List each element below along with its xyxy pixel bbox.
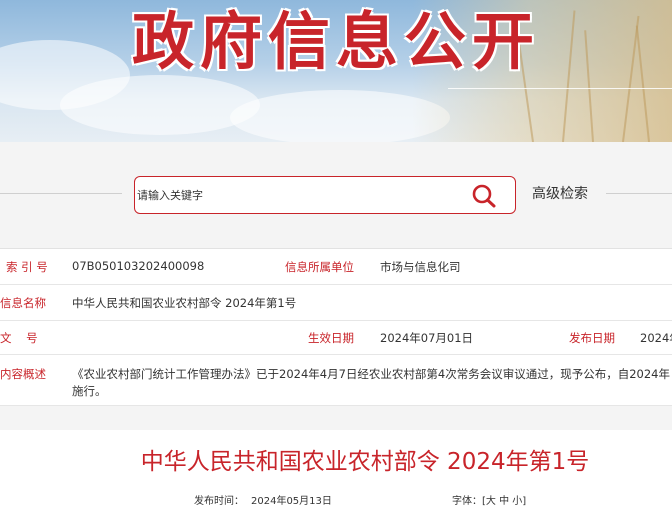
banner-divider bbox=[448, 88, 672, 89]
article-title: 中华人民共和国农业农村部令 2024年第1号 bbox=[140, 449, 590, 475]
search-icon[interactable] bbox=[470, 183, 500, 209]
publisher-value: 市场与信息化司 bbox=[380, 260, 461, 274]
search-section: 高级检索 bbox=[0, 142, 672, 240]
publish-date-value: 2024年 bbox=[640, 331, 672, 345]
font-size-selector[interactable]: [大 中 小] bbox=[482, 492, 526, 507]
summary-text-line1: 《农业农村部门统计工作管理办法》已于2024年4月7日经农业农村部第4次常务会议… bbox=[72, 367, 670, 381]
divider-line bbox=[606, 193, 672, 194]
table-row: 内容概述 《农业农村部门统计工作管理办法》已于2024年4月7日经农业农村部第4… bbox=[0, 355, 672, 406]
doc-no-label: 文 号 bbox=[0, 331, 38, 345]
table-row: 文 号 生效日期 2024年07月01日 发布日期 2024年 bbox=[0, 321, 672, 355]
publish-date-label: 发布日期 bbox=[569, 331, 615, 345]
summary-text-line2: 施行。 bbox=[72, 384, 107, 398]
table-row: 索 引 号 07B050103202400098 信息所属单位 市场与信息化司 bbox=[0, 249, 672, 285]
publish-time-value: 2024年05月13日 bbox=[251, 496, 332, 507]
index-no-label: 索 引 号 bbox=[6, 260, 48, 274]
table-row: 信息名称 中华人民共和国农业农村部令 2024年第1号 bbox=[0, 285, 672, 321]
article-header: 中华人民共和国农业农村部令 2024年第1号 发布时间： 2024年05月13日… bbox=[0, 430, 672, 508]
index-no-value: 07B050103202400098 bbox=[72, 259, 205, 273]
summary-label: 内容概述 bbox=[0, 367, 46, 381]
advanced-search-link[interactable]: 高级检索 bbox=[532, 183, 588, 203]
publish-time-label: 发布时间： bbox=[194, 496, 244, 507]
banner-title: 政府信息公开 bbox=[131, 5, 540, 78]
search-box bbox=[134, 176, 516, 214]
effective-date-label: 生效日期 bbox=[308, 331, 354, 345]
header-banner: 政府信息公开 bbox=[0, 0, 672, 142]
font-size-label: 字体： bbox=[452, 496, 482, 507]
info-table: 索 引 号 07B050103202400098 信息所属单位 市场与信息化司 … bbox=[0, 248, 672, 406]
info-name-label: 信息名称 bbox=[0, 296, 46, 310]
search-input[interactable] bbox=[137, 185, 437, 205]
banner-cloud bbox=[60, 75, 260, 135]
info-name-value: 中华人民共和国农业农村部令 2024年第1号 bbox=[72, 296, 297, 310]
effective-date-value: 2024年07月01日 bbox=[380, 331, 474, 345]
divider-line bbox=[0, 193, 122, 194]
publisher-label: 信息所属单位 bbox=[285, 260, 354, 274]
